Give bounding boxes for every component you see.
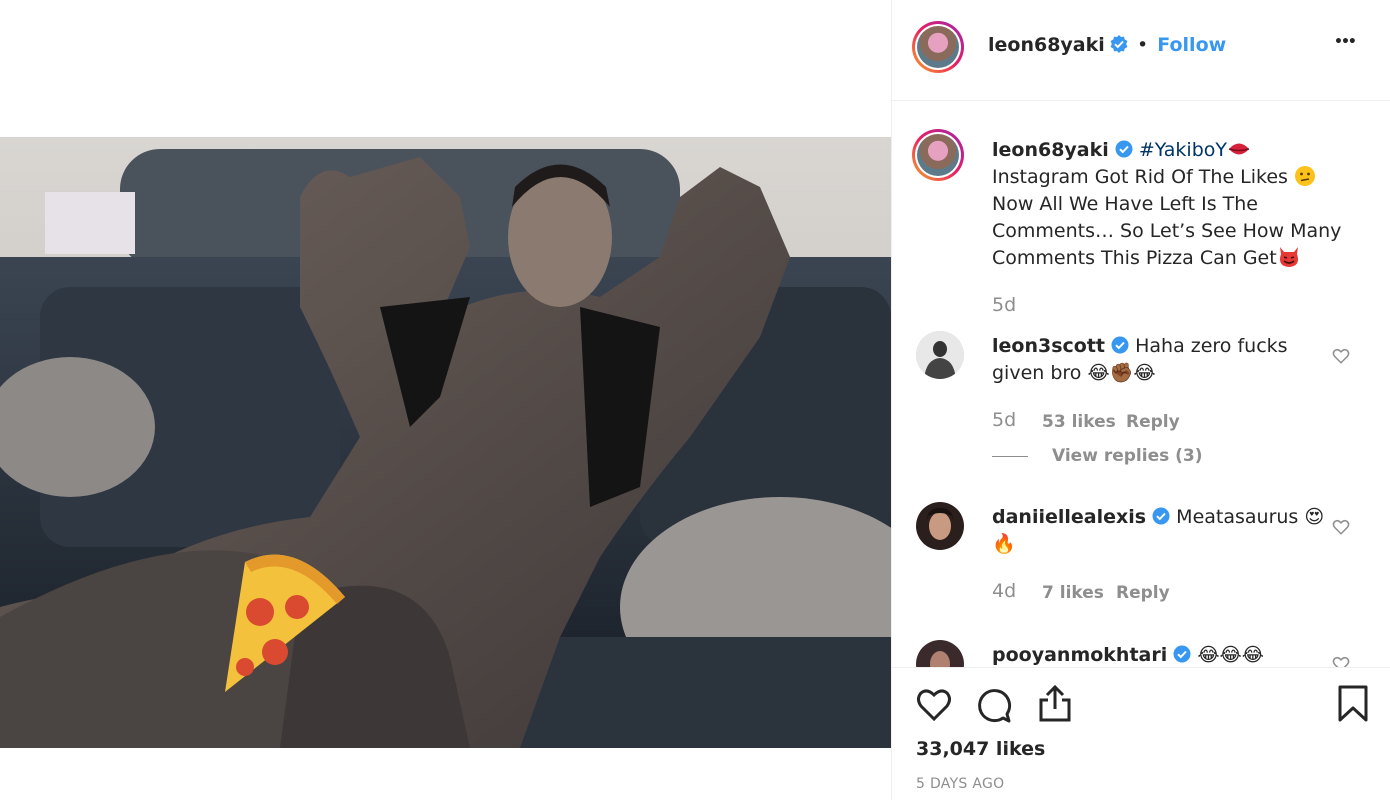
- caption-author[interactable]: leon68yaki: [992, 139, 1109, 161]
- verified-badge-icon: [1173, 645, 1191, 663]
- devil-emoji-icon: [1279, 247, 1298, 267]
- post-actions: 33,047 likes 5 DAYS AGO: [892, 667, 1390, 801]
- author-avatar[interactable]: [912, 21, 964, 73]
- post-header: leon68yaki • Follow •••: [892, 0, 1390, 101]
- comment-avatar-daniiellealexis[interactable]: [916, 502, 964, 550]
- follow-button[interactable]: Follow: [1157, 34, 1226, 56]
- comment-likes-2[interactable]: 7 likes: [1042, 583, 1104, 603]
- author-username[interactable]: leon68yaki: [988, 34, 1105, 56]
- post-photo[interactable]: [0, 137, 891, 748]
- comment-like-heart-icon[interactable]: [1332, 347, 1350, 365]
- caption-hashtag[interactable]: #YakiboY: [1139, 139, 1227, 161]
- comment-reply-1[interactable]: Reply: [1126, 412, 1180, 432]
- comment-like-heart-icon[interactable]: [1332, 655, 1350, 667]
- caption-text: leon68yaki #YakiboY Instagram Got Rid Of…: [992, 137, 1352, 272]
- confused-emoji-icon: [1295, 166, 1315, 186]
- comment-text-1: leon3scott Haha zero fucks given bro 😂✊🏾…: [992, 333, 1332, 387]
- header-author-line: leon68yaki • Follow: [988, 34, 1226, 56]
- caption-time[interactable]: 5d: [992, 294, 1016, 316]
- comment-emojis-1: 😂✊🏾😂: [1087, 362, 1156, 384]
- comment-time-1[interactable]: 5d: [992, 409, 1016, 431]
- pizza-icon: [225, 554, 345, 692]
- comment-likes-1[interactable]: 53 likes: [1042, 412, 1116, 432]
- comment-body-2: Meatasaurus: [1176, 506, 1305, 528]
- post-date[interactable]: 5 DAYS AGO: [916, 776, 1004, 792]
- comment-time-2[interactable]: 4d: [992, 580, 1016, 602]
- comment-author-3[interactable]: pooyanmokhtari: [992, 644, 1167, 666]
- verified-badge-icon: [1111, 336, 1129, 354]
- comment-reply-2[interactable]: Reply: [1116, 583, 1170, 603]
- verified-badge-icon: [1110, 35, 1128, 53]
- comments-section[interactable]: leon68yaki #YakiboY Instagram Got Rid Of…: [892, 101, 1390, 667]
- likes-count[interactable]: 33,047 likes: [916, 738, 1045, 760]
- post-side-panel: leon68yaki • Follow ••• leon68yaki #Yaki…: [891, 0, 1390, 800]
- comment-avatar-leon3scott[interactable]: [916, 331, 964, 379]
- comment-emojis-3: 😂😂😂: [1197, 644, 1264, 666]
- comment-author-1[interactable]: leon3scott: [992, 335, 1105, 357]
- caption-text-part1: Instagram Got Rid Of The Likes: [992, 166, 1294, 188]
- comment-avatar-pooyanmokhtari[interactable]: [916, 640, 964, 667]
- comment-like-heart-icon[interactable]: [1332, 518, 1350, 536]
- view-replies-button[interactable]: View replies (3): [1052, 446, 1203, 466]
- bookmark-icon[interactable]: [1338, 685, 1368, 723]
- kiss-emoji-icon: [1228, 143, 1250, 155]
- comment-author-2[interactable]: daniiellealexis: [992, 506, 1146, 528]
- photo-illustration: [0, 137, 891, 748]
- verified-badge-icon: [1152, 507, 1170, 525]
- heart-icon[interactable]: [916, 688, 952, 722]
- comment-icon[interactable]: [976, 688, 1012, 724]
- comment-text-3: pooyanmokhtari 😂😂😂: [992, 642, 1332, 667]
- verified-badge-icon: [1115, 140, 1133, 158]
- post-media[interactable]: [0, 0, 891, 800]
- caption-avatar[interactable]: [912, 129, 964, 181]
- separator-dot: •: [1136, 34, 1149, 56]
- replies-divider: [992, 456, 1028, 457]
- more-options-button[interactable]: •••: [1334, 34, 1357, 50]
- share-icon[interactable]: [1038, 685, 1072, 723]
- comment-text-2: daniiellealexis Meatasaurus 😍 🔥: [992, 504, 1332, 558]
